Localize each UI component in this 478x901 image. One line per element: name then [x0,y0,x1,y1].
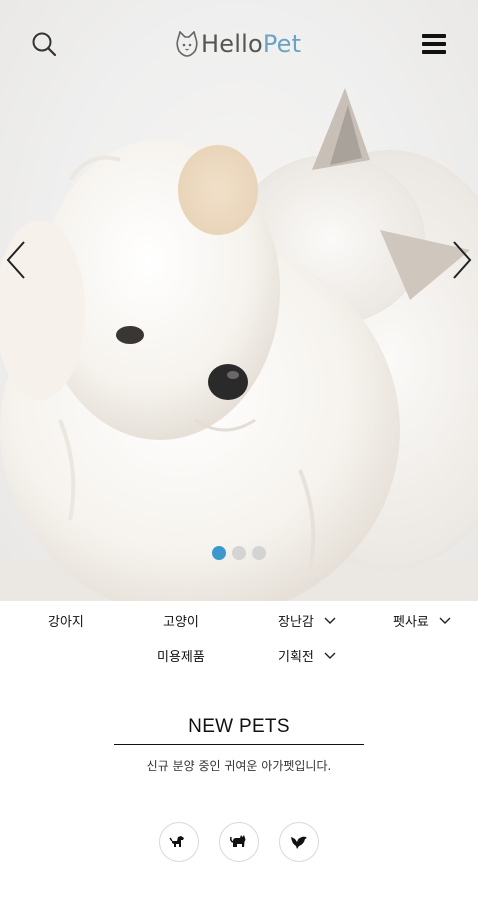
brand-name-pet: Pet [262,30,302,58]
new-pets-title: NEW PETS [114,716,364,745]
category-item-dog[interactable]: 강아지 [48,611,84,630]
hero-carousel[interactable]: Hello Pet [0,0,478,601]
chevron-right-icon[interactable] [450,240,474,280]
chevron-down-icon [324,652,336,659]
hamburger-menu-icon[interactable] [422,34,446,56]
category-item-pet-food[interactable]: 펫사료 [393,611,451,630]
brand-logo[interactable]: Hello Pet [175,27,301,61]
pet-type-buttons [159,822,319,862]
category-label: 장난감 [278,615,314,630]
carousel-dot-2[interactable] [232,546,246,560]
category-nav: 강아지 고양이 장난감 펫사료 미용제품 기획전 [0,601,478,681]
cat-face-icon [176,31,198,57]
category-item-grooming[interactable]: 미용제품 [157,646,205,665]
cat-icon [230,835,246,847]
category-label: 펫사료 [393,615,429,630]
category-label: 기획전 [278,650,314,665]
chevron-down-icon [439,617,451,624]
search-icon[interactable] [30,30,60,60]
new-pets-subtitle: 신규 분양 중인 귀여운 아가펫입니다. [146,759,332,773]
category-item-toys[interactable]: 장난감 [278,611,336,630]
category-item-promotions[interactable]: 기획전 [278,646,336,665]
carousel-dot-3[interactable] [252,546,266,560]
category-label: 미용제품 [157,650,205,665]
chevron-down-icon [324,617,336,624]
carousel-dot-1[interactable] [212,546,226,560]
chevron-left-icon[interactable] [4,240,28,280]
carousel-pagination [212,546,266,560]
brand-name-hello: Hello [201,30,263,58]
dog-icon [169,836,184,847]
site-header: Hello Pet [0,0,478,90]
dog-button[interactable] [159,822,199,862]
cat-button[interactable] [219,822,259,862]
bird-icon [291,836,307,849]
category-item-cat[interactable]: 고양이 [163,611,199,630]
bird-button[interactable] [279,822,319,862]
category-label: 고양이 [163,615,199,630]
category-label: 강아지 [48,615,84,630]
puppy-kitten-photo [0,88,478,601]
